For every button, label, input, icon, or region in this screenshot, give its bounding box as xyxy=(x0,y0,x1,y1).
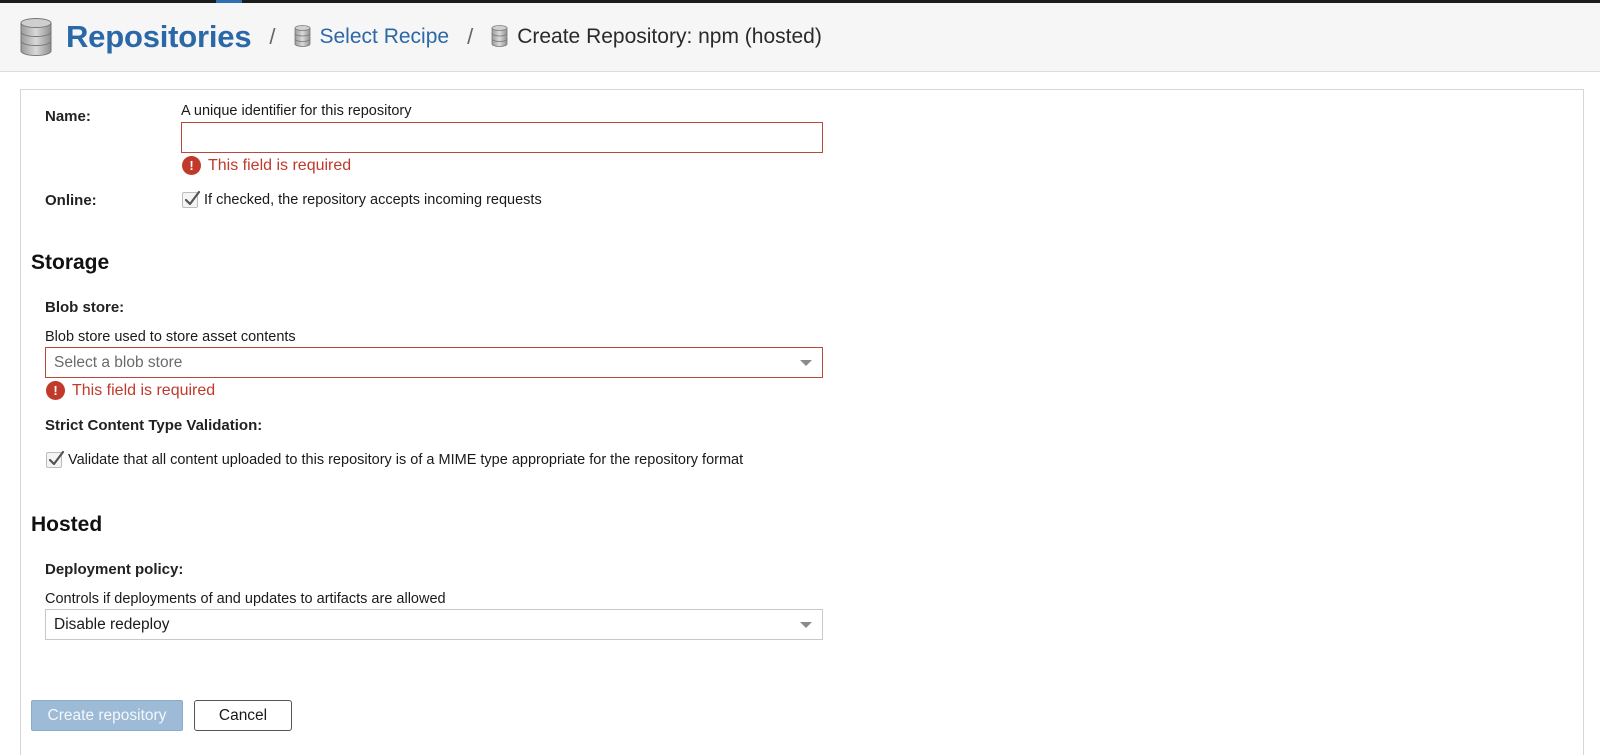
caret-down-icon[interactable] xyxy=(800,622,812,628)
checkmark-icon xyxy=(184,190,201,206)
name-error-text: This field is required xyxy=(208,156,352,174)
strict-validation-checkbox[interactable] xyxy=(46,450,65,468)
strict-validation-check-row: Validate that all content uploaded to th… xyxy=(46,450,744,468)
create-repository-button[interactable]: Create repository xyxy=(31,700,183,731)
breadcrumb-select-recipe[interactable]: Select Recipe xyxy=(320,25,450,49)
page-header: Repositories / Select Recipe / Create Re… xyxy=(0,3,1600,72)
online-check-row: If checked, the repository accepts incom… xyxy=(182,190,542,208)
deployment-policy-label: Deployment policy: xyxy=(45,561,184,578)
online-label: Online: xyxy=(45,192,97,209)
blob-store-error-text: This field is required xyxy=(72,381,216,399)
strict-validation-label: Strict Content Type Validation: xyxy=(45,417,263,434)
name-error: ! This field is required xyxy=(182,156,351,175)
online-checkbox[interactable] xyxy=(182,190,201,208)
database-icon xyxy=(20,18,52,56)
deployment-policy-value: Disable redeploy xyxy=(54,615,170,633)
create-repository-form: Name: A unique identifier for this repos… xyxy=(20,89,1584,755)
database-icon xyxy=(491,25,508,47)
caret-down-icon[interactable] xyxy=(800,360,812,366)
breadcrumb-repositories[interactable]: Repositories xyxy=(66,19,252,55)
deployment-policy-select[interactable]: Disable redeploy xyxy=(45,609,823,640)
strict-validation-help: Validate that all content uploaded to th… xyxy=(68,452,744,468)
name-input[interactable] xyxy=(181,122,823,153)
blob-store-label: Blob store: xyxy=(45,299,125,316)
exclamation-circle-icon: ! xyxy=(46,381,65,400)
checkmark-icon xyxy=(48,450,65,466)
breadcrumb-separator: / xyxy=(269,24,276,49)
online-help: If checked, the repository accepts incom… xyxy=(204,192,542,208)
breadcrumb-current: Create Repository: npm (hosted) xyxy=(517,25,822,48)
storage-section-title: Storage xyxy=(31,251,110,274)
blob-store-select[interactable]: Select a blob store xyxy=(45,347,823,378)
breadcrumb-separator: / xyxy=(467,24,474,49)
name-help: A unique identifier for this repository xyxy=(181,103,412,119)
blob-store-help: Blob store used to store asset contents xyxy=(45,329,296,345)
blob-store-error: ! This field is required xyxy=(46,381,215,400)
cancel-button[interactable]: Cancel xyxy=(194,700,292,731)
hosted-section-title: Hosted xyxy=(31,513,103,536)
name-label: Name: xyxy=(45,108,91,125)
database-icon xyxy=(294,25,310,47)
blob-store-placeholder: Select a blob store xyxy=(54,353,183,371)
deployment-policy-help: Controls if deployments of and updates t… xyxy=(45,591,446,607)
exclamation-circle-icon: ! xyxy=(182,156,201,175)
breadcrumb: Repositories / Select Recipe / Create Re… xyxy=(20,18,822,56)
